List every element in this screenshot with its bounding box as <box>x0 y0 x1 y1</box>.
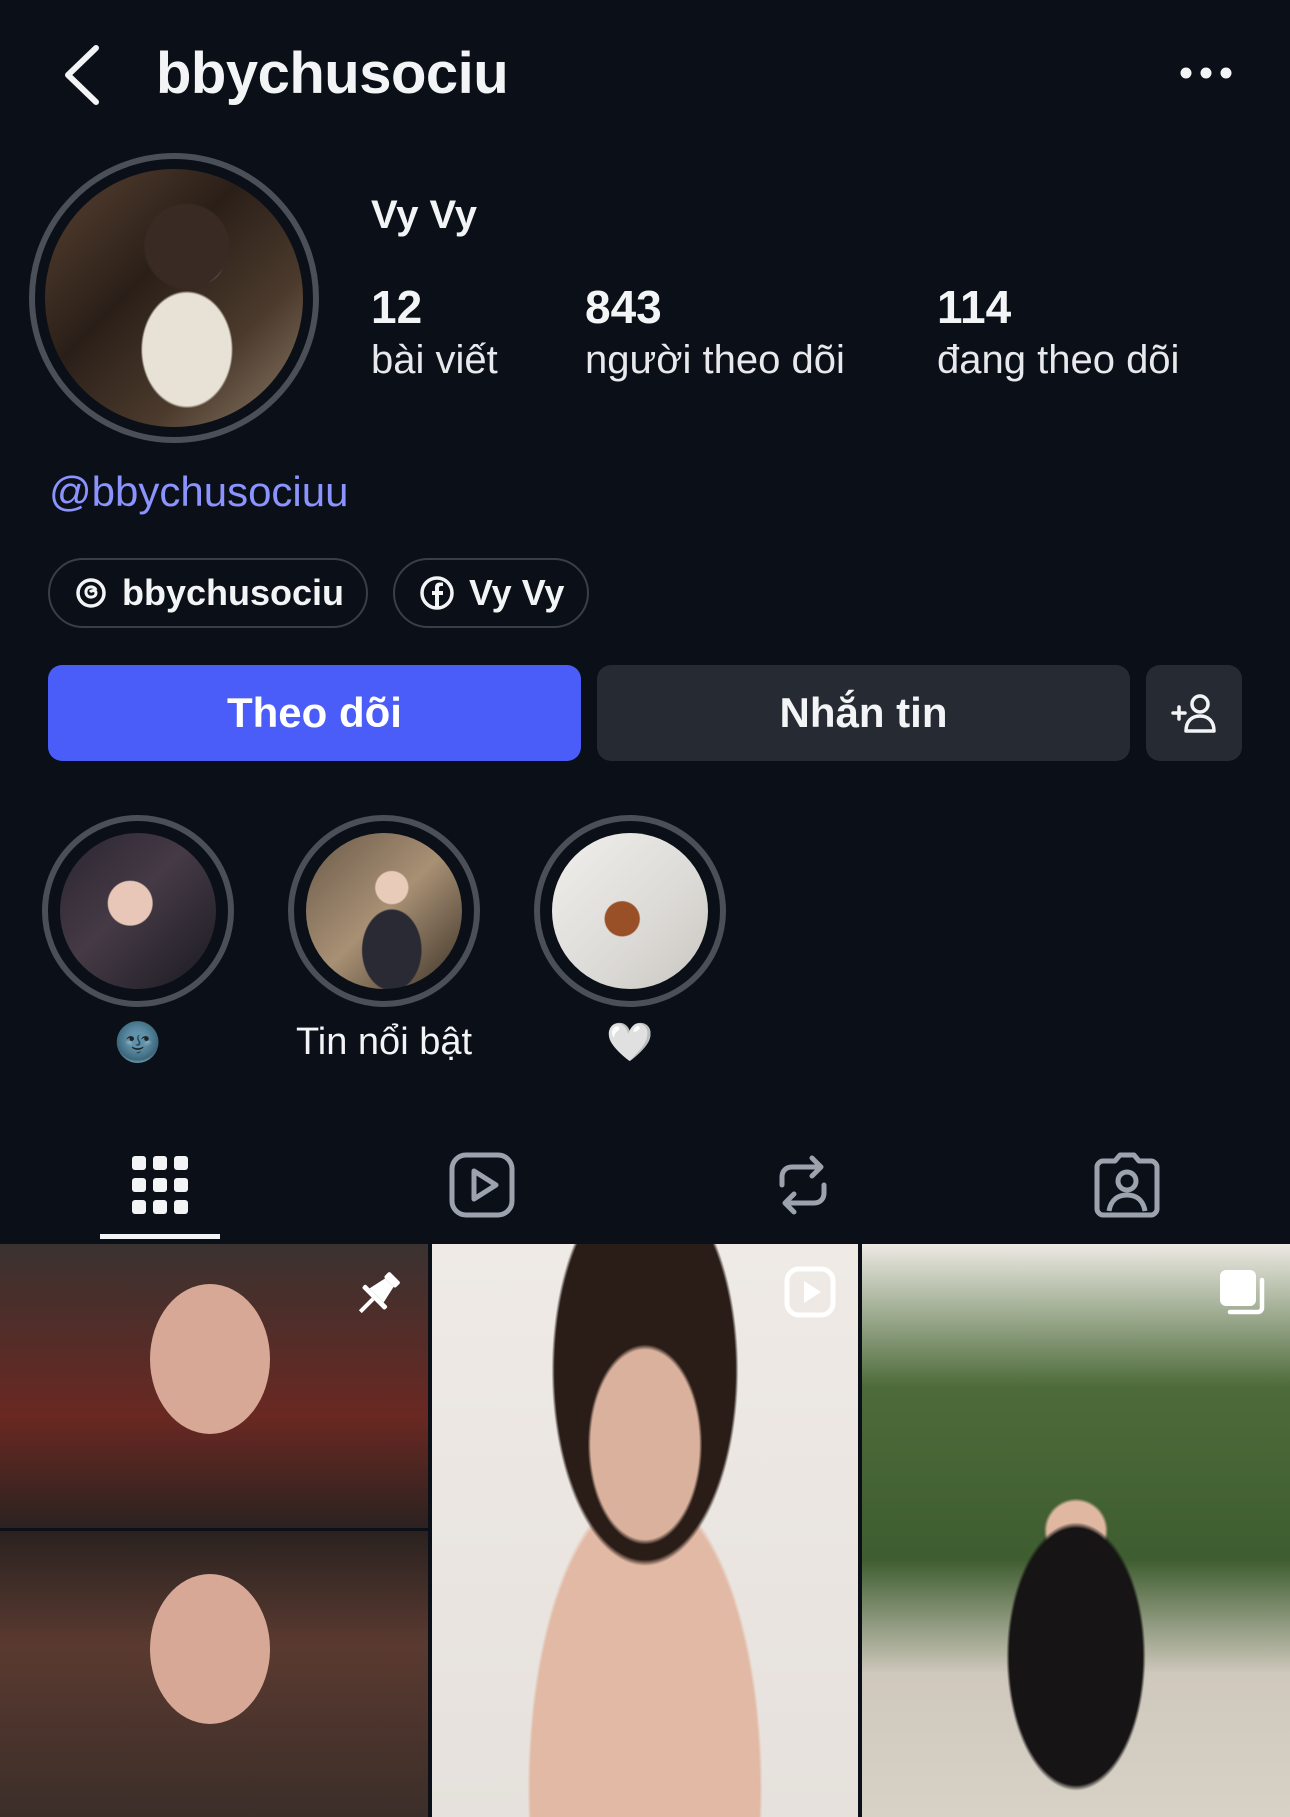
post-image-detail <box>150 1574 270 1724</box>
message-button[interactable]: Nhắn tin <box>597 665 1130 761</box>
post-thumbnail[interactable] <box>432 1244 858 1817</box>
facebook-label: Vy Vy <box>469 572 565 613</box>
highlight-item[interactable]: 🤍 <box>532 815 728 1065</box>
back-button[interactable] <box>60 40 110 110</box>
reel-play-icon <box>784 1266 836 1318</box>
stat-followers[interactable]: 843 người theo dõi <box>585 282 845 388</box>
reels-icon <box>449 1152 515 1218</box>
post-thumbnail[interactable] <box>862 1244 1290 1817</box>
follow-button[interactable]: Theo dõi <box>48 665 581 761</box>
profile-avatar[interactable] <box>29 153 319 443</box>
profile-handle-link[interactable]: @bbychusociuu <box>49 468 348 516</box>
carousel-icon <box>1220 1270 1265 1315</box>
followers-count: 843 <box>585 281 662 333</box>
threads-label: bbychusociu <box>122 572 345 613</box>
post-thumbnail[interactable] <box>0 1244 428 1817</box>
stat-posts[interactable]: 12 bài viết <box>371 282 498 388</box>
highlight-label: 🌚 <box>114 1022 162 1064</box>
highlight-item[interactable]: 🌚 <box>40 815 236 1065</box>
stat-following[interactable]: 114 đang theo dõi <box>937 282 1179 388</box>
collage-divider <box>0 1528 428 1531</box>
post-badge <box>784 1266 836 1323</box>
more-horizontal-icon <box>1180 67 1232 79</box>
highlight-ring[interactable] <box>42 815 234 1007</box>
highlight-item[interactable]: Tin nổi bật <box>286 815 482 1064</box>
pin-icon <box>358 1272 400 1314</box>
more-options-button[interactable] <box>1176 58 1236 88</box>
add-user-button[interactable] <box>1146 665 1242 761</box>
post-badge <box>1216 1266 1268 1323</box>
following-count: 114 <box>937 281 1012 333</box>
tab-tagged[interactable] <box>1067 1130 1187 1240</box>
repost-icon <box>779 1155 827 1215</box>
highlight-label: Tin nổi bật <box>295 1021 473 1063</box>
threads-link[interactable]: bbychusociu <box>48 558 368 628</box>
grid-icon <box>132 1156 188 1214</box>
highlight-ring[interactable] <box>288 815 480 1007</box>
posts-label: bài viết <box>371 338 498 382</box>
page-title: bbychusociu <box>156 41 509 106</box>
display-name: Vy Vy <box>371 193 477 237</box>
highlight-cover <box>60 833 216 989</box>
highlight-ring[interactable] <box>534 815 726 1007</box>
tab-grid[interactable] <box>100 1130 220 1240</box>
highlight-cover <box>306 833 462 989</box>
add-user-icon <box>1171 694 1216 733</box>
posts-count: 12 <box>371 281 423 333</box>
tab-reels[interactable] <box>422 1130 542 1240</box>
active-tab-indicator <box>100 1234 220 1239</box>
tagged-person-icon <box>1094 1152 1160 1218</box>
facebook-icon <box>420 576 454 610</box>
highlight-cover <box>552 833 708 989</box>
profile-tab-bar <box>0 1130 1290 1244</box>
threads-icon <box>76 578 106 608</box>
followers-label: người theo dõi <box>585 338 845 382</box>
following-label: đang theo dõi <box>937 338 1180 382</box>
post-badge <box>350 1266 406 1327</box>
tab-reposts[interactable] <box>743 1130 863 1240</box>
facebook-link[interactable]: Vy Vy <box>393 558 589 628</box>
post-image-detail <box>150 1284 270 1434</box>
chevron-left-icon <box>65 45 99 105</box>
highlight-label: 🤍 <box>606 1022 654 1064</box>
avatar-image <box>45 169 303 427</box>
